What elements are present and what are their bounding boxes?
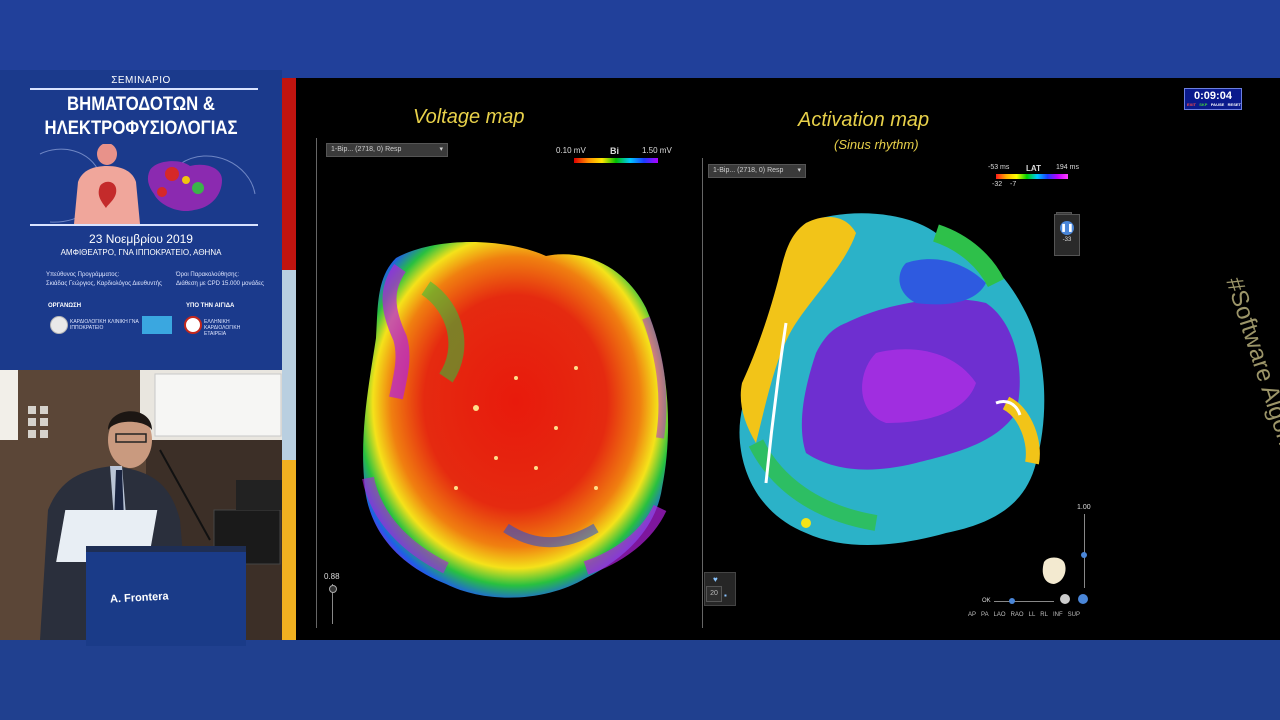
box-value-button[interactable]: 20 xyxy=(706,586,722,602)
seminar-label: ΣΕΜΙΝΑΡΙΟ xyxy=(111,75,171,86)
pause-badge-value: -33 xyxy=(1062,237,1072,243)
view-buttons-bar: AP PA LAO RAO LL RL INF SUP xyxy=(968,612,1080,618)
organizer-name: ΚΑΡΔΙΟΛΟΓΙΚΗ ΚΛΙΝΙΚΗ ΓΝΑ ΙΠΠΟΚΡΑΤΕΙΟ xyxy=(70,319,139,331)
voltage-map-title: Voltage map xyxy=(413,106,525,128)
timer-value: 0:09:04 xyxy=(1194,90,1232,102)
presentation-screen: Voltage map Activation map (Sinus rhythm… xyxy=(296,78,1280,640)
side-bar-yellow xyxy=(282,460,296,640)
lock-icon[interactable]: ▪ xyxy=(724,591,727,600)
bottom-background-band xyxy=(0,640,1280,720)
side-bar-light xyxy=(282,270,296,460)
organizer-label: ΟΡΓΑΝΩΣΗ xyxy=(48,303,82,309)
view-ll-button[interactable]: LL xyxy=(1029,612,1036,618)
view-rl-button[interactable]: RL xyxy=(1040,612,1048,618)
presentation-timer: 0:09:04 EXIT SKP PAUSE RESET xyxy=(1184,88,1242,110)
person-head xyxy=(97,144,117,165)
left-slider-handle[interactable] xyxy=(329,585,337,593)
right-slider-track xyxy=(1084,514,1085,588)
hashtag-caption: #Software Algoritms xyxy=(1220,274,1280,486)
timer-reset-button[interactable]: RESET xyxy=(1228,102,1241,107)
voltage-scale-min: 0.10 mV xyxy=(556,146,586,155)
activation-catheter-dropdown[interactable]: 1-Bip... (2718, 0) Resp ▾ xyxy=(708,164,806,178)
heart-map-image xyxy=(147,161,222,212)
lat-scale-min: -53 ms xyxy=(988,164,1010,171)
activation-dropdown-label: 1-Bip... (2718, 0) Resp xyxy=(713,167,784,174)
activation-map-image xyxy=(739,213,1045,546)
voltage-catheter-dropdown[interactable]: 1-Bip... (2718, 0) Resp ▾ xyxy=(326,143,448,157)
heart-tool-icon[interactable]: ♥ xyxy=(713,575,718,584)
organizer-seal-icon xyxy=(50,316,68,334)
society-name: ΕΛΛΗΝΙΚΗ ΚΑΡΔΙΟΛΟΓΙΚΗ ΕΤΑΙΡΕΙΑ xyxy=(204,319,241,337)
reset-view-icon[interactable] xyxy=(1078,594,1088,604)
activation-map-subtitle: (Sinus rhythm) xyxy=(834,137,919,152)
view-pa-button[interactable]: PA xyxy=(981,612,989,618)
credits-text: Διάθεση με CPD 15.000 μονάδες xyxy=(176,281,264,287)
right-panel-border xyxy=(702,158,703,628)
left-slider-value: 0.88 xyxy=(324,572,340,581)
pause-icon: ❚❚ xyxy=(1060,221,1074,235)
chevron-down-icon: ▾ xyxy=(797,167,801,174)
timer-skip-button[interactable]: SKP xyxy=(1199,102,1207,107)
voltage-color-scale xyxy=(574,158,658,163)
side-color-bar xyxy=(282,78,296,640)
pause-control[interactable]: ❚❚ -33 xyxy=(1054,214,1080,256)
voltage-scale-label: Bi xyxy=(610,146,619,156)
seminar-poster: ΣΕΜΙΝΑΡΙΟ ΒΗΜΑΤΟΔΟΤΩΝ & ΗΛΕΚΤΡΟΦΥΣΙΟΛΟΓΙ… xyxy=(0,70,282,370)
view-slider-handle[interactable] xyxy=(1009,598,1015,604)
voltage-dropdown-label: 1-Bip... (2718, 0) Resp xyxy=(331,146,402,153)
lat-scale-label: LAT xyxy=(1026,164,1041,173)
view-rao-button[interactable]: RAO xyxy=(1011,612,1024,618)
event-venue: ΑΜΦΙΘΕΑΤΡΟ, ΓΝΑ ΙΠΠΟΚΡΑΤΕΙΟ, ΑΘΗΝΑ xyxy=(60,248,222,257)
heart-orientation-icon[interactable] xyxy=(1038,554,1068,586)
responsible-name: Σκιάδας Γεώργιος, Καρδιολόγος Διευθυντής xyxy=(46,281,162,287)
voltage-scale-max: 1.50 mV xyxy=(642,146,672,155)
lat-color-scale xyxy=(996,174,1068,179)
voltage-map-image xyxy=(362,242,669,598)
right-slider-value: 1.00 xyxy=(1077,504,1091,511)
responsible-label: Υπεύθυνος Προγράμματος: xyxy=(46,272,120,278)
activation-map-title: Activation map xyxy=(798,109,930,131)
lat-marker-1: -32 xyxy=(992,181,1003,188)
poster-rule-top xyxy=(30,88,258,90)
view-inf-button[interactable]: INF xyxy=(1053,612,1063,618)
left-panel-border xyxy=(316,138,317,628)
box-value: 20 xyxy=(710,590,718,597)
timer-exit-button[interactable]: EXIT xyxy=(1187,102,1196,107)
tool-box: ♥ 20 ▪ xyxy=(704,572,736,606)
poster-title-line2: ΗΛΕΚΤΡΟΦΥΣΙΟΛΟΓΙΑΣ xyxy=(44,118,238,139)
anatomy-illustration xyxy=(39,144,256,224)
view-lao-button[interactable]: LAO xyxy=(994,612,1006,618)
lat-marker-2: -7 xyxy=(1010,181,1017,188)
rotate-icon[interactable] xyxy=(1060,594,1070,604)
view-slider-track xyxy=(994,601,1054,602)
view-ap-button[interactable]: AP xyxy=(968,612,976,618)
event-date: 23 Νοεμβρίου 2019 xyxy=(89,232,193,246)
auspices-label: ΥΠΟ ΤΗΝ ΑΙΓΙΔΑ xyxy=(186,303,235,309)
partner-logo-icon xyxy=(142,316,172,334)
lat-scale-max: 194 ms xyxy=(1056,164,1079,171)
top-background-band xyxy=(0,0,1280,78)
right-slider-handle[interactable] xyxy=(1081,552,1087,558)
credits-label: Όροι Παρακολούθησης: xyxy=(176,272,240,278)
ok-label: OK xyxy=(982,598,991,604)
view-sup-button[interactable]: SUP xyxy=(1068,612,1080,618)
timer-pause-button[interactable]: PAUSE xyxy=(1211,102,1224,107)
chevron-down-icon: ▾ xyxy=(439,146,443,153)
poster-rule-middle xyxy=(30,224,258,226)
society-seal-icon xyxy=(184,316,202,334)
side-bar-red xyxy=(282,78,296,270)
poster-title-line1: ΒΗΜΑΤΟΔΟΤΩΝ & xyxy=(67,94,215,115)
